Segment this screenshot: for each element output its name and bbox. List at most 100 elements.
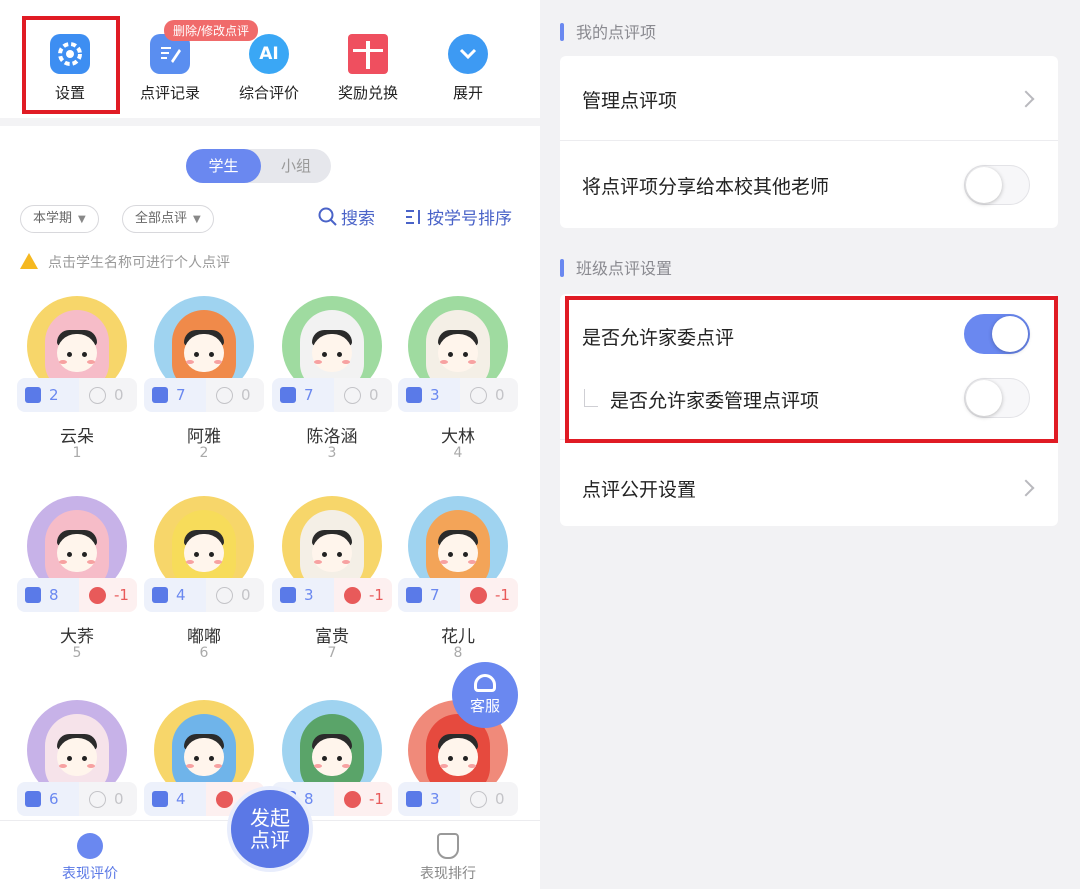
trophy-icon <box>437 833 459 859</box>
tab-student[interactable]: 学生 <box>186 149 261 183</box>
student-name[interactable]: 阿雅 <box>144 422 264 447</box>
student-name[interactable]: 富贵 <box>272 622 392 647</box>
student-number: 8 <box>453 645 463 661</box>
dislike-count[interactable]: 0 <box>79 782 137 816</box>
student-card[interactable]: 7 0 阿雅 2 <box>144 296 264 476</box>
reward-exchange-button[interactable]: 奖励兑换 <box>318 24 418 114</box>
sad-face-icon <box>216 386 233 404</box>
sort-button[interactable]: 按学号排序 <box>404 206 512 232</box>
score-bar: 70 <box>272 378 392 412</box>
avatar-blush <box>468 360 476 364</box>
student-name[interactable]: 嘟嘟 <box>144 622 264 647</box>
avatar-eye <box>194 756 199 761</box>
like-value: 3 <box>430 790 440 808</box>
student-number: 4 <box>453 445 463 461</box>
like-count[interactable]: 4 <box>144 782 206 816</box>
manage-review-items-row[interactable]: 管理点评项 <box>560 56 1058 141</box>
like-count[interactable]: 4 <box>144 578 206 612</box>
like-count[interactable]: 6 <box>17 782 79 816</box>
nav-performance-ranking[interactable]: 表现排行 <box>398 833 498 883</box>
like-count[interactable]: 3 <box>272 578 334 612</box>
dislike-value: 0 <box>241 386 251 404</box>
student-name[interactable]: 大荞 <box>17 622 137 647</box>
student-name[interactable]: 云朵 <box>17 422 137 447</box>
score-bar: 3 -1 <box>272 578 392 612</box>
like-count[interactable]: 7 <box>272 378 334 412</box>
avatar-blush <box>468 764 476 768</box>
thumbs-up-icon <box>25 387 41 403</box>
avatar-blush <box>59 764 67 768</box>
share-review-items-row: 将点评项分享给本校其他老师 <box>560 141 1058 228</box>
tab-group[interactable]: 小组 <box>261 149 331 183</box>
dislike-count[interactable]: -1 <box>460 578 518 612</box>
nav-performance-evaluation[interactable]: 表现评价 <box>40 833 140 883</box>
student-name[interactable]: 大林 <box>398 422 518 447</box>
search-label: 搜索 <box>341 209 375 229</box>
student-card[interactable]: 7 -1 花儿 8 <box>398 496 518 676</box>
dislike-count[interactable]: 0 <box>206 378 264 412</box>
student-card[interactable]: 4 0 嘟嘟 6 <box>144 496 264 676</box>
expand-button[interactable]: 展开 <box>418 24 518 114</box>
dislike-count[interactable]: 0 <box>79 378 137 412</box>
student-name[interactable]: 花儿 <box>398 622 518 647</box>
student-card[interactable]: 3 -1 富贵 7 <box>272 496 392 676</box>
dislike-count[interactable]: -1 <box>79 578 137 612</box>
search-button[interactable]: 搜索 <box>318 206 375 232</box>
thumbs-up-icon <box>280 387 296 403</box>
like-count[interactable]: 8 <box>17 578 79 612</box>
student-name[interactable]: 陈洛涵 <box>272 422 392 447</box>
review-filter[interactable]: 全部点评 ▼ <box>122 205 214 233</box>
share-toggle[interactable] <box>964 165 1030 205</box>
like-count[interactable]: 7 <box>398 578 460 612</box>
avatar-blush <box>214 360 222 364</box>
sad-face-icon <box>344 790 361 808</box>
avatar-blush <box>186 560 194 564</box>
avatar-face <box>184 534 224 572</box>
sad-face-icon <box>216 790 233 808</box>
student-card[interactable]: 3 0 大林 4 <box>398 296 518 476</box>
like-count[interactable]: 7 <box>144 378 206 412</box>
student-card[interactable]: 7 0 陈洛涵 3 <box>272 296 392 476</box>
avatar-face <box>184 334 224 372</box>
like-count[interactable]: 2 <box>17 378 79 412</box>
ai-badge-icon: AI <box>249 34 289 74</box>
customer-service-button[interactable]: 客服 <box>452 662 518 728</box>
student-number: 7 <box>327 645 337 661</box>
avatar-blush <box>342 764 350 768</box>
term-filter[interactable]: 本学期 ▼ <box>20 205 99 233</box>
avatar-eye <box>209 352 214 357</box>
share-review-items-label: 将点评项分享给本校其他老师 <box>582 176 830 198</box>
like-value: 4 <box>176 586 186 604</box>
like-value: 3 <box>304 586 314 604</box>
avatar-blush <box>87 560 95 564</box>
avatar-face <box>57 738 97 776</box>
toolbar-divider <box>0 118 540 126</box>
sad-face-icon <box>470 586 487 604</box>
student-card[interactable]: 2 0 云朵 1 <box>17 296 137 476</box>
dislike-count[interactable]: 0 <box>206 578 264 612</box>
dislike-count[interactable]: -1 <box>334 782 392 816</box>
thumbs-up-icon <box>280 587 296 603</box>
sad-face-icon <box>89 790 106 808</box>
review-public-settings-row[interactable]: 点评公开设置 <box>560 440 1058 526</box>
avatar-eye <box>194 552 199 557</box>
avatar-eye <box>322 552 327 557</box>
start-review-button[interactable]: 发起点评 <box>227 786 313 872</box>
section-class-review-settings: 班级点评设置 <box>560 258 672 280</box>
dislike-count[interactable]: 0 <box>460 378 518 412</box>
dislike-count[interactable]: -1 <box>334 578 392 612</box>
student-group-switch: 学生 小组 <box>186 149 331 183</box>
like-count[interactable]: 3 <box>398 378 460 412</box>
smile-icon <box>77 833 103 859</box>
dislike-count[interactable]: 0 <box>334 378 392 412</box>
dislike-count[interactable]: 0 <box>460 782 518 816</box>
student-card[interactable]: 8 -1 大荞 5 <box>17 496 137 676</box>
student-number: 6 <box>199 645 209 661</box>
student-number: 5 <box>72 645 82 661</box>
score-bar: 30 <box>398 782 518 816</box>
student-panel: 设置 点评记录 AI 综合评价 奖励兑换 展开 删除/修改点评 学生 小组 本学… <box>0 0 540 889</box>
toggle-knob <box>966 167 1002 203</box>
my-review-items-card: 管理点评项 将点评项分享给本校其他老师 <box>560 56 1058 228</box>
like-count[interactable]: 3 <box>398 782 460 816</box>
avatar-face <box>57 334 97 372</box>
